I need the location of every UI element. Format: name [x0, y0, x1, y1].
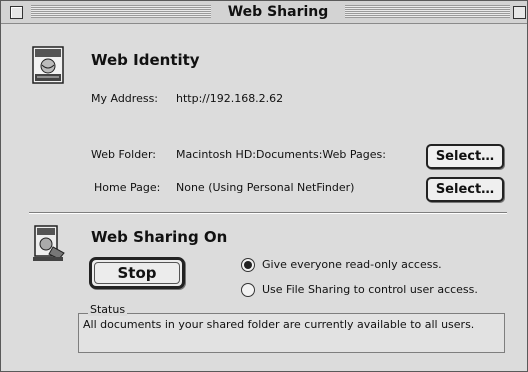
- web-identity-heading: Web Identity: [91, 51, 200, 69]
- title-bar-stripes-right: [345, 5, 510, 18]
- status-legend: Status: [88, 303, 128, 316]
- radio-file-sharing[interactable]: [241, 283, 255, 297]
- home-page-value: None (Using Personal NetFinder): [176, 181, 355, 194]
- web-identity-icon: [32, 46, 64, 84]
- web-sharing-window: Web Sharing Web Identity My Address: htt…: [0, 0, 528, 372]
- stop-button[interactable]: Stop: [89, 257, 185, 289]
- select-home-page-button[interactable]: Select…: [426, 177, 504, 202]
- web-sharing-heading: Web Sharing On: [91, 228, 228, 246]
- address-label: My Address:: [91, 92, 159, 105]
- option-file-sharing-label: Use File Sharing to control user access.: [262, 283, 478, 296]
- option-read-only-label: Give everyone read-only access.: [262, 258, 442, 271]
- web-folder-label: Web Folder:: [91, 148, 156, 161]
- window-title: Web Sharing: [213, 3, 343, 21]
- status-box: All documents in your shared folder are …: [78, 313, 505, 353]
- title-bar-stripes-left: [31, 5, 211, 18]
- zoom-box-icon[interactable]: [513, 6, 526, 19]
- section-divider: [29, 212, 507, 214]
- radio-read-only[interactable]: [241, 258, 255, 272]
- status-text: All documents in your shared folder are …: [83, 318, 475, 331]
- home-page-label: Home Page:: [94, 181, 161, 194]
- address-value: http://192.168.2.62: [176, 92, 284, 105]
- title-bar[interactable]: Web Sharing: [1, 1, 527, 24]
- web-sharing-icon: [33, 225, 65, 261]
- stop-button-label: Stop: [94, 262, 180, 284]
- web-folder-value: Macintosh HD:Documents:Web Pages:: [176, 148, 386, 161]
- close-box-icon[interactable]: [10, 6, 23, 19]
- select-web-folder-button[interactable]: Select…: [426, 144, 504, 169]
